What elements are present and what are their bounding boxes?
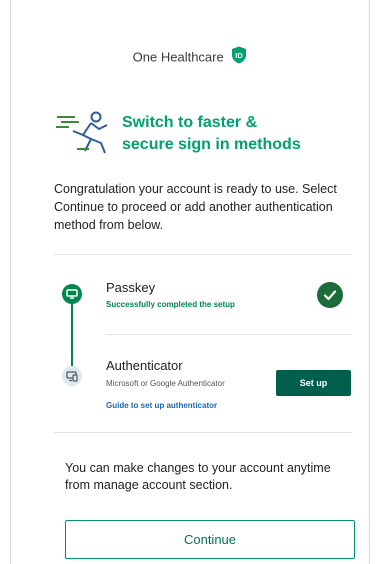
footer-note: You can make changes to your account any… bbox=[65, 461, 331, 492]
hero: Switch to faster & secure sign in method… bbox=[55, 109, 345, 157]
authenticator-device-icon bbox=[62, 366, 82, 386]
setup-authenticator-button[interactable]: Set up bbox=[276, 370, 351, 396]
hero-title-line2: secure sign in methods bbox=[122, 136, 301, 153]
sign-in-card: One Healthcare ID Switch to faster & sec… bbox=[10, 0, 370, 564]
passkey-title: Passkey bbox=[106, 280, 156, 295]
hero-title-line1: Switch to faster & bbox=[122, 114, 258, 131]
continue-button[interactable]: Continue bbox=[65, 520, 355, 559]
check-circle-icon bbox=[317, 282, 343, 308]
authenticator-title: Authenticator bbox=[106, 358, 183, 373]
authenticator-guide-link[interactable]: Guide to set up authenticator bbox=[106, 401, 217, 410]
intro-text: Congratulation your account is ready to … bbox=[54, 182, 337, 232]
step-divider bbox=[106, 334, 352, 335]
hero-title: Switch to faster & secure sign in method… bbox=[122, 112, 301, 156]
runner-icon bbox=[55, 109, 115, 162]
brand-header: One Healthcare ID bbox=[11, 46, 369, 67]
step-connector bbox=[71, 303, 73, 366]
passkey-status: Successfully completed the setup bbox=[106, 300, 235, 309]
shield-id-icon: ID bbox=[231, 46, 247, 67]
passkey-monitor-icon bbox=[62, 284, 82, 304]
divider bbox=[54, 432, 352, 433]
shield-letter: ID bbox=[236, 51, 244, 60]
divider bbox=[54, 254, 352, 255]
authenticator-subtitle: Microsoft or Google Authenticator bbox=[106, 379, 225, 388]
brand-name: One Healthcare bbox=[132, 49, 224, 65]
